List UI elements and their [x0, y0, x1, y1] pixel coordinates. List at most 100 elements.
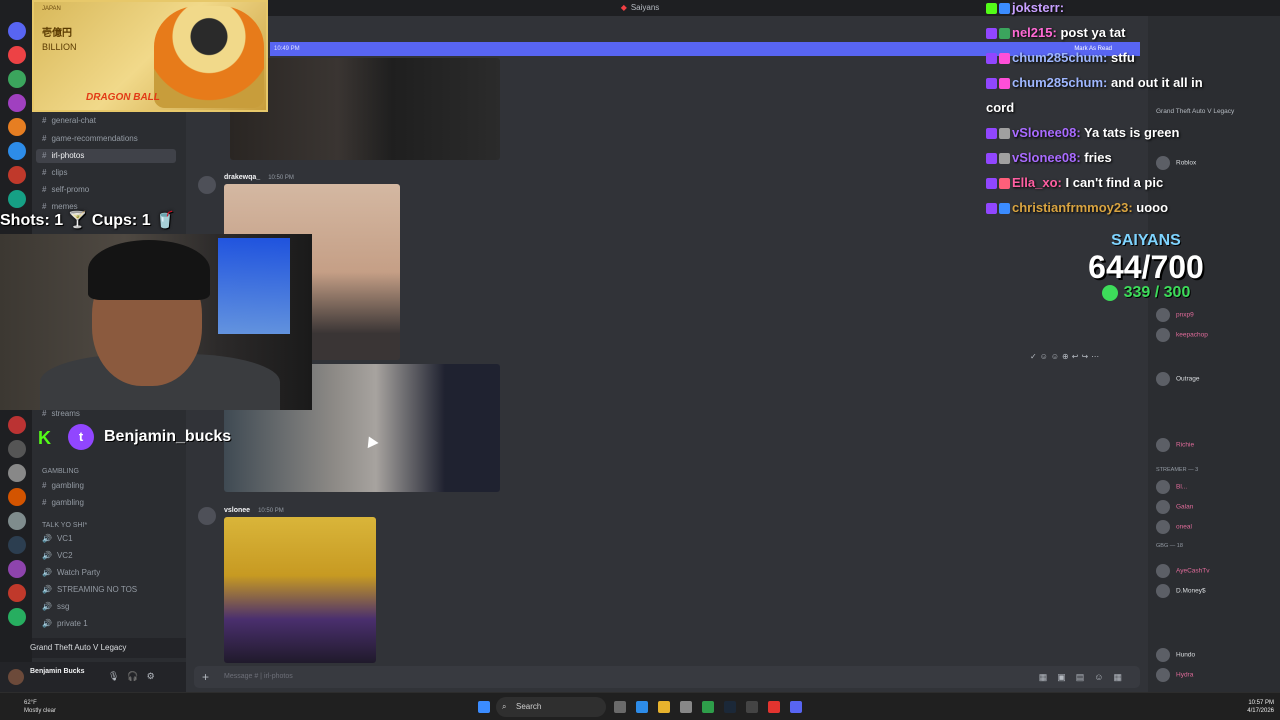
member-name: D.Money$: [1176, 587, 1206, 595]
server-icon[interactable]: [8, 512, 26, 530]
avatar[interactable]: [198, 176, 216, 194]
channel-item-active[interactable]: # irl-photos: [36, 149, 176, 163]
channel-item[interactable]: # general-chat: [42, 114, 96, 128]
user-name: Benjamin Bucks: [30, 668, 85, 675]
voice-channel[interactable]: 🔊 VC1: [42, 532, 73, 546]
server-icon[interactable]: [8, 608, 26, 626]
member-name: Bl...: [1176, 483, 1188, 491]
member-group: Streamer — 3: [1156, 467, 1199, 473]
composer-tools[interactable]: ▦▣▤☺▦: [1039, 666, 1132, 688]
avatar[interactable]: [8, 669, 24, 685]
category-voice[interactable]: TALK YO SHI*: [42, 522, 87, 529]
server-icon[interactable]: [8, 190, 26, 208]
message-toolbar[interactable]: ✓☺☺⊕↩↪⋯: [1030, 352, 1134, 366]
server-icon[interactable]: [8, 70, 26, 88]
user-panel: Benjamin Bucks 🎙🎧⚙: [0, 662, 186, 692]
app-icon[interactable]: [768, 701, 780, 713]
status-dot-icon: [1101, 284, 1118, 301]
message-time: 10:50 PM: [258, 508, 284, 514]
chat-line: christianfrmmoy23: uooo: [986, 200, 1168, 215]
author-name: drakewqa_: [224, 174, 261, 181]
obs-icon[interactable]: [746, 701, 758, 713]
member-name: Hundo: [1176, 651, 1196, 659]
server-icon[interactable]: [8, 22, 26, 40]
card-text: DRAGON BALL: [86, 92, 160, 103]
chat-line: nel215: post ya tat: [986, 25, 1125, 40]
server-icon[interactable]: [8, 464, 26, 482]
member-item[interactable]: keepachop: [1156, 328, 1208, 344]
server-icon[interactable]: [8, 488, 26, 506]
chrome-icon[interactable]: [702, 701, 714, 713]
chat-text: stfu: [1111, 50, 1135, 65]
taskbar-search[interactable]: ⌕ Search: [496, 697, 606, 717]
voice-channel[interactable]: 🔊 VC2: [42, 549, 73, 563]
card-text: BILLION: [42, 42, 77, 52]
channel-label: Watch Party: [56, 568, 101, 577]
member-item[interactable]: oneal: [1156, 520, 1192, 536]
message-author[interactable]: vslonee 10:50 PM: [224, 507, 284, 514]
windows-taskbar: 62°F Mostly clear ⌕ Search 10:57 PM 4/17/20…: [0, 692, 1280, 720]
start-icon[interactable]: [478, 701, 490, 713]
channel-item[interactable]: # clips: [42, 166, 67, 180]
message-image[interactable]: [230, 58, 500, 160]
voice-channel[interactable]: 🔊 STREAMING NO TOS: [42, 583, 137, 597]
discord-icon[interactable]: [790, 701, 802, 713]
app-logo-icon: ◆: [620, 3, 627, 12]
server-icon[interactable]: [8, 166, 26, 184]
chat-user: nel215:: [1012, 25, 1057, 40]
card-text: 壱億円: [42, 28, 72, 39]
server-icon[interactable]: [8, 536, 26, 554]
channel-label: general-chat: [51, 116, 96, 125]
edge-icon[interactable]: [636, 701, 648, 713]
task-view-icon[interactable]: [614, 701, 626, 713]
chat-text: fries: [1084, 150, 1112, 165]
chat-line: Ella_xo: I can't find a pic: [986, 175, 1163, 190]
avatar[interactable]: [198, 507, 216, 525]
goal-count: 644/700: [1088, 249, 1204, 285]
member-name: Outrage: [1176, 375, 1200, 383]
channel-item[interactable]: # self-promo: [42, 183, 89, 197]
channel-item[interactable]: # game-recommendations: [42, 132, 138, 146]
member-item[interactable]: Bl...: [1156, 480, 1187, 496]
voice-channel[interactable]: 🔊 private 1: [42, 617, 88, 631]
channel-label: gambling: [51, 498, 84, 507]
voice-channel[interactable]: 🔊 Watch Party: [42, 566, 100, 580]
dragonball-card-overlay: JAPAN 壱億円 BILLION DRAGON BALL: [32, 0, 268, 112]
member-item[interactable]: Galan: [1156, 500, 1193, 516]
add-attachment-icon[interactable]: +: [202, 666, 209, 688]
member-item[interactable]: AyeCashTv: [1156, 564, 1209, 580]
clock-time: 10:57 PM: [1248, 700, 1274, 706]
category-gambling[interactable]: gambling: [42, 468, 79, 475]
search-label: Search: [516, 702, 542, 711]
member-item[interactable]: Hundo: [1156, 648, 1195, 664]
channel-item[interactable]: # gambling: [42, 496, 84, 510]
channel-item[interactable]: # gambling: [42, 479, 84, 493]
server-icon[interactable]: [8, 46, 26, 64]
channel-label: game-recommendations: [51, 134, 138, 143]
message-input[interactable]: + Message # | irl-photos ▦▣▤☺▦: [194, 666, 1140, 688]
message-image[interactable]: [224, 517, 376, 663]
user-controls[interactable]: 🎙🎧⚙: [108, 671, 163, 682]
server-icon[interactable]: [8, 560, 26, 578]
server-icon[interactable]: [8, 416, 26, 434]
chat-text: I can't find a pic: [1065, 175, 1164, 190]
server-icon[interactable]: [8, 118, 26, 136]
member-item[interactable]: Outrage: [1156, 372, 1200, 388]
member-name: AyeCashTv: [1176, 567, 1210, 575]
system-clock[interactable]: 10:57 PM 4/17/2026: [1232, 699, 1274, 715]
settings-icon[interactable]: [680, 701, 692, 713]
message-author[interactable]: drakewqa_ 10:50 PM: [224, 174, 294, 181]
member-item[interactable]: Hydra: [1156, 668, 1193, 684]
activity-status[interactable]: Grand Theft Auto V Legacy: [30, 638, 186, 658]
server-icon[interactable]: [8, 584, 26, 602]
steam-icon[interactable]: [724, 701, 736, 713]
server-icon[interactable]: [8, 94, 26, 112]
server-icon[interactable]: [8, 142, 26, 160]
member-item[interactable]: Richie: [1156, 438, 1194, 454]
server-icon[interactable]: [8, 440, 26, 458]
member-name: keepachop: [1176, 331, 1208, 339]
weather-widget[interactable]: 62°F Mostly clear: [24, 699, 56, 715]
file-explorer-icon[interactable]: [658, 701, 670, 713]
member-item[interactable]: D.Money$: [1156, 584, 1206, 600]
voice-channel[interactable]: 🔊 ssg: [42, 600, 69, 614]
